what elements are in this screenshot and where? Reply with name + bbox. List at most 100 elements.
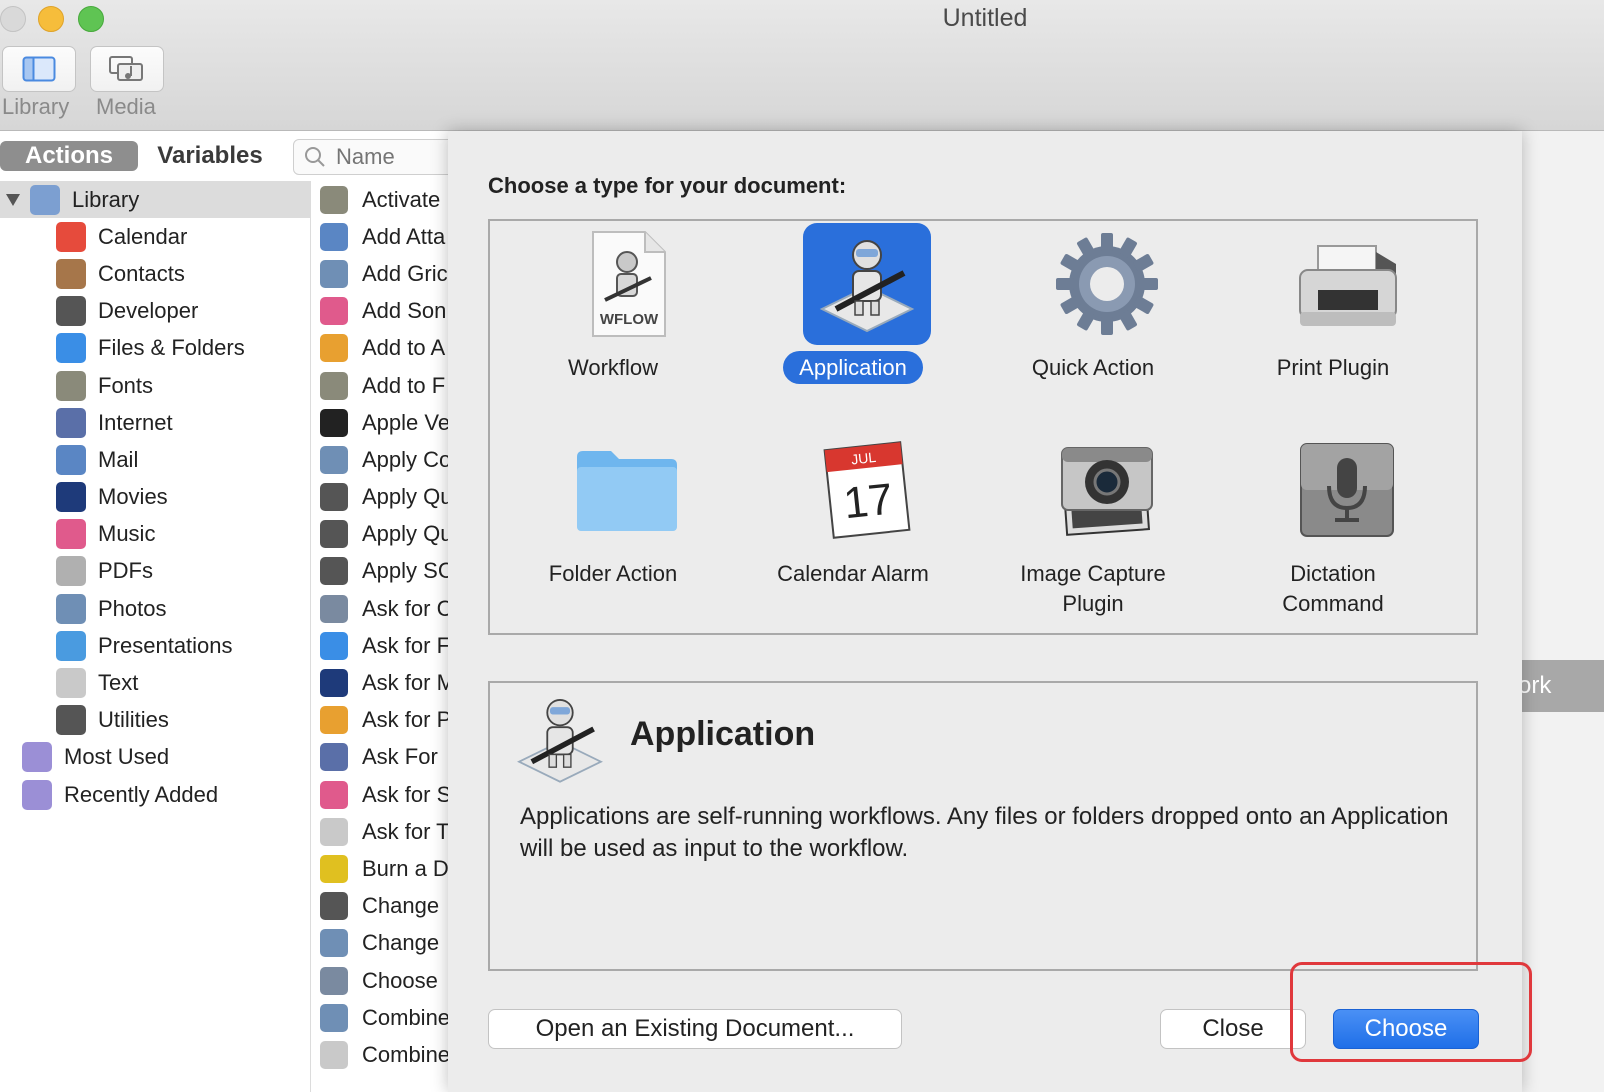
- action-item[interactable]: Ask for F: [320, 627, 448, 664]
- category-item[interactable]: Files & Folders: [0, 330, 310, 367]
- mail-icon: [56, 444, 86, 475]
- category-label: Contacts: [98, 260, 185, 286]
- category-item[interactable]: Developer: [0, 293, 310, 330]
- type-label: Workflow: [567, 355, 659, 380]
- action-item[interactable]: Add Son: [320, 293, 448, 330]
- automator-icon: [320, 966, 348, 995]
- library-toggle-button[interactable]: [2, 46, 76, 92]
- tab-actions[interactable]: Actions: [0, 141, 138, 171]
- action-item[interactable]: Change: [320, 888, 448, 925]
- category-item[interactable]: Text: [0, 664, 310, 701]
- calendar-day: 17: [841, 475, 895, 529]
- type-application[interactable]: Application: [730, 221, 976, 421]
- action-item[interactable]: Change: [320, 925, 448, 962]
- contacts-icon: [56, 258, 86, 289]
- category-item[interactable]: Library: [0, 181, 310, 219]
- mail-icon: [320, 222, 348, 251]
- fonts-icon: [56, 370, 86, 401]
- action-label: Change: [362, 930, 440, 956]
- minimize-window-button[interactable]: [38, 6, 64, 32]
- type-quick-action[interactable]: Quick Action: [970, 221, 1216, 421]
- action-item[interactable]: Ask for T: [320, 813, 448, 850]
- photos-app-icon: [320, 334, 348, 363]
- category-item[interactable]: Presentations: [0, 627, 310, 664]
- application-icon: [517, 699, 603, 783]
- action-item[interactable]: Add to F: [320, 367, 448, 404]
- photos-icon: [320, 445, 348, 474]
- type-label: Folder Action: [548, 561, 678, 586]
- action-item[interactable]: Add Atta: [320, 218, 448, 255]
- action-item[interactable]: Combine: [320, 1036, 448, 1073]
- action-item[interactable]: Ask for P: [320, 702, 448, 739]
- action-item[interactable]: Activate: [320, 181, 448, 218]
- category-item[interactable]: PDFs: [0, 553, 310, 590]
- action-item[interactable]: Apply Qu: [320, 479, 448, 516]
- action-item[interactable]: Combine: [320, 999, 448, 1036]
- action-item[interactable]: Apply Qu: [320, 516, 448, 553]
- type-label: Calendar Alarm: [777, 561, 929, 586]
- close-window-button[interactable]: [0, 6, 26, 32]
- category-item[interactable]: Recently Added: [0, 776, 310, 813]
- action-item[interactable]: Apply Co: [320, 441, 448, 478]
- category-item[interactable]: Most Used: [0, 739, 310, 776]
- pane-divider[interactable]: [310, 181, 311, 1092]
- category-item[interactable]: Music: [0, 516, 310, 553]
- action-label: Add Son: [362, 298, 447, 324]
- music-icon: [320, 297, 348, 326]
- type-workflow[interactable]: WFLOW Workflow: [490, 221, 736, 421]
- action-item[interactable]: Add Gric: [320, 255, 448, 292]
- type-folder-action[interactable]: Folder Action: [490, 427, 736, 627]
- category-item[interactable]: Contacts: [0, 255, 310, 292]
- action-item[interactable]: Burn a D: [320, 850, 448, 887]
- search-icon: [305, 147, 325, 167]
- photos-icon: [320, 929, 348, 958]
- action-item[interactable]: Ask for M: [320, 664, 448, 701]
- open-existing-document-button[interactable]: Open an Existing Document...: [488, 1009, 902, 1049]
- finder-icon: [56, 333, 86, 364]
- action-label: Add Gric: [362, 260, 448, 286]
- close-button[interactable]: Close: [1160, 1009, 1306, 1049]
- fonts-icon: [320, 185, 348, 214]
- action-item[interactable]: Add to A: [320, 330, 448, 367]
- photos-app-icon: [320, 706, 348, 735]
- category-label: Recently Added: [64, 781, 219, 807]
- search-field[interactable]: [293, 139, 465, 175]
- action-item[interactable]: Apply SC: [320, 553, 448, 590]
- tab-variables[interactable]: Variables: [145, 141, 275, 171]
- category-item[interactable]: Fonts: [0, 367, 310, 404]
- category-item[interactable]: Calendar: [0, 218, 310, 255]
- category-item[interactable]: Internet: [0, 404, 310, 441]
- type-image-capture-plugin[interactable]: Image Capture Plugin: [970, 427, 1216, 627]
- category-item[interactable]: Movies: [0, 479, 310, 516]
- action-item[interactable]: Choose: [320, 962, 448, 999]
- type-print-plugin[interactable]: Print Plugin: [1210, 221, 1456, 421]
- search-input[interactable]: [334, 143, 458, 171]
- camera-icon: [1043, 429, 1171, 551]
- library-icon: [30, 184, 60, 215]
- type-label: Application: [730, 351, 976, 384]
- category-label: Files & Folders: [98, 335, 245, 361]
- zoom-window-button[interactable]: [78, 6, 104, 32]
- action-item[interactable]: Ask for S: [320, 776, 448, 813]
- category-label: Presentations: [98, 632, 233, 658]
- action-label: Combine: [362, 1004, 448, 1030]
- category-label: Music: [98, 521, 156, 547]
- automator-robot-icon: [803, 223, 931, 345]
- action-item[interactable]: Ask for C: [320, 590, 448, 627]
- media-button[interactable]: [90, 46, 164, 92]
- type-dictation-command[interactable]: Dictation Command: [1210, 427, 1456, 627]
- action-label: Apply Co: [362, 446, 448, 472]
- action-label: Apply SC: [362, 558, 448, 584]
- category-item[interactable]: Utilities: [0, 702, 310, 739]
- category-item[interactable]: Mail: [0, 441, 310, 478]
- category-item[interactable]: Photos: [0, 590, 310, 627]
- category-label: PDFs: [98, 558, 153, 584]
- action-item[interactable]: Ask For: [320, 739, 448, 776]
- disclosure-triangle-icon[interactable]: [6, 193, 20, 206]
- library-toolbar-label: Library: [2, 94, 70, 119]
- type-calendar-alarm[interactable]: JUL 17 Calendar Alarm: [730, 427, 976, 627]
- smart-folder-icon: [22, 742, 52, 773]
- action-item[interactable]: Apple Ve: [320, 404, 448, 441]
- presentation-icon: [56, 630, 86, 661]
- movies-icon: [320, 669, 348, 698]
